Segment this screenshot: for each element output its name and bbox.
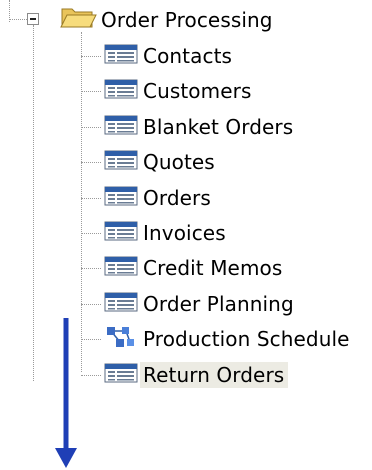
tree-item-label: Orders (143, 186, 211, 210)
arrow-down-icon (55, 318, 77, 468)
tree-item-label: Order Planning (143, 292, 294, 316)
tree-item-label: Invoices (143, 221, 226, 245)
tree-item-label: Quotes (143, 150, 215, 174)
tree-view: Order Processing Contacts Customers Blanke… (0, 0, 372, 468)
tree-root-label: Order Processing (101, 8, 273, 32)
tree-item-production-schedule[interactable]: Production Schedule (102, 324, 354, 354)
collapse-toggle[interactable] (27, 13, 39, 25)
folder-open-icon (58, 5, 98, 35)
table-icon (102, 42, 140, 70)
tree-item-blanket-orders[interactable]: Blanket Orders (102, 112, 297, 142)
tree-guide-line (81, 162, 101, 163)
table-icon (102, 77, 140, 105)
table-icon (102, 113, 140, 141)
tree-item-return-orders[interactable]: Return Orders (102, 360, 289, 390)
tree-guide-line (81, 233, 101, 234)
tree-item-contacts[interactable]: Contacts (102, 41, 236, 71)
tree-item-invoices[interactable]: Invoices (102, 218, 230, 248)
tree-guide-line (81, 339, 101, 340)
table-icon (102, 290, 140, 318)
tree-guide-line (81, 304, 101, 305)
tree-item-label: Blanket Orders (143, 115, 294, 139)
tree-guide-line (81, 268, 101, 269)
tree-guide-line (81, 375, 101, 376)
tree-item-label: Return Orders (140, 362, 289, 388)
tree-guide-line (81, 198, 101, 199)
tree-item-credit-memos[interactable]: Credit Memos (102, 253, 286, 283)
tree-item-customers[interactable]: Customers (102, 76, 255, 106)
tree-item-quotes[interactable]: Quotes (102, 147, 219, 177)
tree-guide-line (81, 91, 101, 92)
table-icon (102, 361, 140, 389)
tree-item-label: Production Schedule (143, 327, 350, 351)
tree-item-label: Credit Memos (143, 256, 283, 280)
tree-guide-line (81, 127, 101, 128)
tree-guide-line (81, 32, 82, 372)
tree-item-order-planning[interactable]: Order Planning (102, 289, 298, 319)
table-icon (102, 219, 140, 247)
tree-guide-line (9, 19, 27, 20)
tree-item-label: Customers (143, 79, 252, 103)
tree-root-order-processing[interactable]: Order Processing (58, 5, 277, 35)
tree-guide-line (33, 25, 34, 381)
tree-item-orders[interactable]: Orders (102, 183, 215, 213)
tree-guide-line (81, 56, 101, 57)
table-icon (102, 148, 140, 176)
table-icon (102, 184, 140, 212)
tree-item-label: Contacts (143, 44, 233, 68)
table-icon (102, 254, 140, 282)
network-icon (102, 325, 140, 353)
